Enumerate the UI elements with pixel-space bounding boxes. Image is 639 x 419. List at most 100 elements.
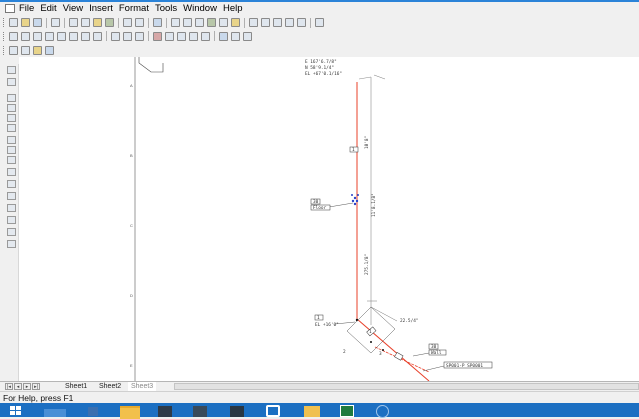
text-icon[interactable] xyxy=(7,180,16,188)
distribute-icon[interactable] xyxy=(21,31,30,41)
menu-window[interactable]: Window xyxy=(183,3,217,14)
point-icon[interactable] xyxy=(7,168,16,176)
document-icon[interactable] xyxy=(5,4,15,13)
paste-icon[interactable] xyxy=(93,18,102,27)
select-arrow-icon[interactable] xyxy=(7,66,16,74)
rotate-icon[interactable] xyxy=(111,31,120,41)
rectangle-icon[interactable] xyxy=(7,146,16,154)
tab-sheet2[interactable]: Sheet2 xyxy=(96,382,124,391)
horizontal-scrollbar[interactable] xyxy=(174,383,639,390)
component-icon[interactable] xyxy=(153,18,162,27)
flip-icon[interactable] xyxy=(123,31,132,41)
undo-icon[interactable] xyxy=(123,18,132,27)
sheet-corner-tab xyxy=(138,57,164,73)
view-icon[interactable] xyxy=(297,18,306,27)
layer-folder-icon[interactable] xyxy=(33,46,42,55)
menu-view[interactable]: View xyxy=(63,3,83,14)
isometric-drawing[interactable]: A B C D E E 167'6.7/8" N 58'9.1/4" EL +6… xyxy=(19,57,639,381)
file-explorer-icon[interactable] xyxy=(114,403,144,419)
menu-tools[interactable]: Tools xyxy=(155,3,177,14)
taskbar-app-icon[interactable] xyxy=(185,403,215,417)
tab-sheet3[interactable]: Sheet3 xyxy=(128,382,157,391)
redo-icon[interactable] xyxy=(135,18,144,27)
tab-sheet1[interactable]: Sheet1 xyxy=(62,382,90,391)
ellipse-icon[interactable] xyxy=(7,156,16,164)
toolbar-grip[interactable] xyxy=(3,31,6,41)
small-label: 3 xyxy=(379,351,382,357)
menu-insert[interactable]: Insert xyxy=(89,3,113,14)
arrow-app-icon[interactable] xyxy=(76,403,106,417)
drawing-canvas[interactable]: A B C D E E 167'6.7/8" N 58'9.1/4" EL +6… xyxy=(19,57,639,381)
zoom-in-icon[interactable] xyxy=(261,18,270,27)
group-icon[interactable] xyxy=(33,31,42,41)
open-folder-icon[interactable] xyxy=(21,18,30,27)
arc-icon[interactable] xyxy=(7,114,16,122)
format-painter-icon[interactable] xyxy=(105,18,114,27)
context-help-icon[interactable] xyxy=(315,18,324,27)
mirror-icon[interactable] xyxy=(135,31,144,41)
pen-icon[interactable] xyxy=(219,31,228,41)
table-icon[interactable] xyxy=(93,31,102,41)
measure-icon[interactable] xyxy=(231,31,240,41)
folder-icon[interactable] xyxy=(296,403,326,417)
taskbar-app-icon[interactable] xyxy=(368,403,398,418)
taskbar-app-icon[interactable] xyxy=(222,403,252,417)
excel-icon[interactable] xyxy=(332,403,362,417)
grid-icon[interactable] xyxy=(81,31,90,41)
dimension-icon[interactable] xyxy=(153,31,162,41)
block-icon[interactable] xyxy=(7,240,16,248)
line-icon[interactable] xyxy=(7,94,16,102)
properties-icon[interactable] xyxy=(219,18,228,27)
fillet-icon[interactable] xyxy=(7,204,16,212)
new-file-icon[interactable] xyxy=(9,18,18,27)
balloon-icon[interactable] xyxy=(177,31,186,41)
zoom-fit-icon[interactable] xyxy=(285,18,294,27)
visual-studio-icon[interactable] xyxy=(258,403,288,417)
route-icon[interactable] xyxy=(183,18,192,27)
copy-icon[interactable] xyxy=(81,18,90,27)
zoom-out-icon[interactable] xyxy=(273,18,282,27)
leader-icon[interactable] xyxy=(165,31,174,41)
chamfer-icon[interactable] xyxy=(7,216,16,224)
pipe-node[interactable] xyxy=(382,349,384,351)
note-icon[interactable] xyxy=(189,31,198,41)
prev-sheet-button[interactable]: ◂ xyxy=(14,383,22,390)
windows-start-icon[interactable] xyxy=(10,406,22,416)
menu-file[interactable]: File xyxy=(19,3,34,14)
image-icon[interactable] xyxy=(7,228,16,236)
tag-icon[interactable] xyxy=(201,31,210,41)
selection-marker[interactable] xyxy=(351,194,359,206)
stack-icon[interactable] xyxy=(69,31,78,41)
polyline-icon[interactable] xyxy=(7,104,16,112)
first-sheet-button[interactable]: |◂ xyxy=(5,383,13,390)
folder-icon[interactable] xyxy=(231,18,240,27)
menu-edit[interactable]: Edit xyxy=(40,3,56,14)
last-sheet-button[interactable]: ▸| xyxy=(32,383,40,390)
branch-icon[interactable] xyxy=(195,18,204,27)
flow-icon[interactable] xyxy=(207,18,216,27)
select-object-icon[interactable] xyxy=(7,78,16,86)
layer-list-icon[interactable] xyxy=(21,46,30,55)
taskbar-app-icon[interactable] xyxy=(150,403,180,417)
print-icon[interactable] xyxy=(51,18,60,27)
taskbar-app-icon[interactable] xyxy=(40,403,70,417)
menu-format[interactable]: Format xyxy=(119,3,149,14)
pipe-tool-icon[interactable] xyxy=(171,18,180,27)
ungroup-icon[interactable] xyxy=(45,31,54,41)
save-icon[interactable] xyxy=(33,18,42,27)
menu-help[interactable]: Help xyxy=(223,3,243,14)
frame-icon[interactable] xyxy=(243,31,252,41)
curve-icon[interactable] xyxy=(7,124,16,132)
toolbar-grip[interactable] xyxy=(3,46,6,55)
layer-edit-icon[interactable] xyxy=(45,46,54,55)
cut-icon[interactable] xyxy=(69,18,78,27)
zoom-window-icon[interactable] xyxy=(249,18,258,27)
layer-icon[interactable] xyxy=(9,46,18,55)
align-icon[interactable] xyxy=(9,31,18,41)
toolbar-grip[interactable] xyxy=(3,18,6,27)
next-sheet-button[interactable]: ▸ xyxy=(23,383,31,390)
order-icon[interactable] xyxy=(57,31,66,41)
hatch-icon[interactable] xyxy=(7,192,16,200)
pipe-node[interactable] xyxy=(370,341,372,343)
circle-icon[interactable] xyxy=(7,136,16,144)
